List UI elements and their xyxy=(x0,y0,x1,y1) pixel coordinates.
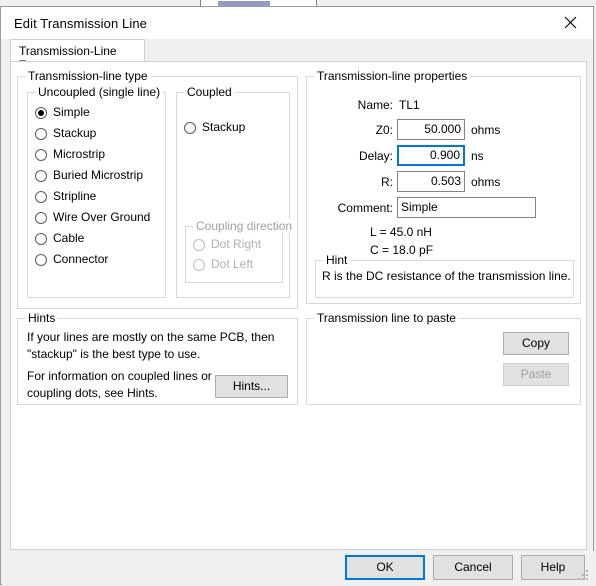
radio-label: Buried Microstrip xyxy=(53,168,144,182)
resize-grip[interactable] xyxy=(578,570,590,582)
coupling-direction-group: Coupling direction Dot Right Dot Left xyxy=(185,219,296,283)
r-label: R: xyxy=(381,175,393,189)
properties-legend: Transmission-line properties xyxy=(314,69,471,83)
radio-label: Wire Over Ground xyxy=(53,210,151,224)
r-units: ohms xyxy=(471,175,501,189)
radio-dot-icon xyxy=(35,149,47,161)
transmission-line-to-paste-group: Transmission line to paste Copy Paste xyxy=(306,311,581,405)
hints-group: Hints If your lines are mostly on the sa… xyxy=(17,311,298,405)
coupled-legend: Coupled xyxy=(184,85,235,99)
r-input[interactable]: 0.503 xyxy=(397,171,465,192)
tab-panel: Transmission-line type Uncoupled (single… xyxy=(10,61,587,550)
hints-line-2: "stackup" is the best type to use. xyxy=(27,347,201,361)
radio-label: Microstrip xyxy=(53,147,106,161)
z0-input[interactable]: 50.000 xyxy=(397,119,465,140)
close-icon xyxy=(564,16,577,29)
copy-button[interactable]: Copy xyxy=(503,332,569,355)
hint-text: R is the DC resistance of the transmissi… xyxy=(322,269,571,283)
radio-dot-icon xyxy=(35,254,47,266)
radio-dot-icon xyxy=(35,107,47,119)
radio-label: Connector xyxy=(53,252,109,266)
transmission-line-properties-group: Transmission-line properties Name: TL1 Z… xyxy=(306,69,581,304)
coupling-direction-legend: Coupling direction xyxy=(193,219,296,233)
name-label: Name: xyxy=(357,98,393,112)
hint-legend: Hint xyxy=(323,253,351,267)
hints-line-3: For information on coupled lines or xyxy=(27,369,212,383)
radio-label: Dot Right xyxy=(211,237,262,251)
delay-label: Delay: xyxy=(358,149,393,163)
delay-units: ns xyxy=(471,149,484,163)
radio-dot-icon xyxy=(35,128,47,140)
delay-input[interactable]: 0.900 xyxy=(397,145,465,166)
radio-dot-icon xyxy=(193,259,205,271)
close-button[interactable] xyxy=(548,7,593,38)
comment-input[interactable]: Simple xyxy=(397,197,536,218)
cancel-button[interactable]: Cancel xyxy=(433,555,513,580)
radio-label: Stackup xyxy=(202,120,246,134)
radio-label: Stripline xyxy=(53,189,97,203)
uncoupled-group: Uncoupled (single line) Simple Stackup M… xyxy=(27,85,166,298)
uncoupled-legend: Uncoupled (single line) xyxy=(35,85,164,99)
comment-label: Comment: xyxy=(337,201,393,215)
title-bar: Edit Transmission Line xyxy=(1,7,593,39)
radio-dot-icon xyxy=(193,239,205,251)
tab-control: Transmission-Line Type Transmission-line… xyxy=(10,39,587,550)
paste-group-legend: Transmission line to paste xyxy=(314,311,459,325)
radio-label: Cable xyxy=(53,231,85,245)
name-value: TL1 xyxy=(399,98,420,112)
hints-line-1: If your lines are mostly on the same PCB… xyxy=(27,330,275,344)
hints-button[interactable]: Hints... xyxy=(215,375,288,398)
edit-transmission-line-dialog: Edit Transmission Line Transmission-Line… xyxy=(0,6,594,585)
radio-dot-icon xyxy=(35,191,47,203)
transmission-line-type-legend: Transmission-line type xyxy=(25,69,151,83)
transmission-line-type-group: Transmission-line type Uncoupled (single… xyxy=(17,69,298,309)
hints-legend: Hints xyxy=(25,311,59,325)
radio-label: Simple xyxy=(53,105,90,119)
paste-button: Paste xyxy=(503,363,569,386)
help-button[interactable]: Help xyxy=(521,555,585,580)
window-title: Edit Transmission Line xyxy=(14,16,147,31)
radio-dot-icon xyxy=(184,122,196,134)
capacitance-value: C = 18.0 pF xyxy=(370,243,434,257)
z0-label: Z0: xyxy=(375,123,393,137)
inductance-value: L = 45.0 nH xyxy=(370,225,432,239)
radio-label: Dot Left xyxy=(211,257,254,271)
dialog-footer: OK Cancel Help xyxy=(2,551,594,585)
radio-dot-icon xyxy=(35,170,47,182)
hints-line-4: coupling dots, see Hints. xyxy=(27,386,158,400)
hint-group: Hint R is the DC resistance of the trans… xyxy=(315,253,574,298)
coupled-group: Coupled Stackup Coupling direction Dot R… xyxy=(176,85,296,298)
z0-units: ohms xyxy=(471,123,501,137)
radio-dot-icon xyxy=(35,233,47,245)
tab-transmission-line-type[interactable]: Transmission-Line Type xyxy=(10,39,145,72)
ok-button[interactable]: OK xyxy=(345,555,425,580)
radio-dot-icon xyxy=(35,212,47,224)
radio-label: Stackup xyxy=(53,126,97,140)
